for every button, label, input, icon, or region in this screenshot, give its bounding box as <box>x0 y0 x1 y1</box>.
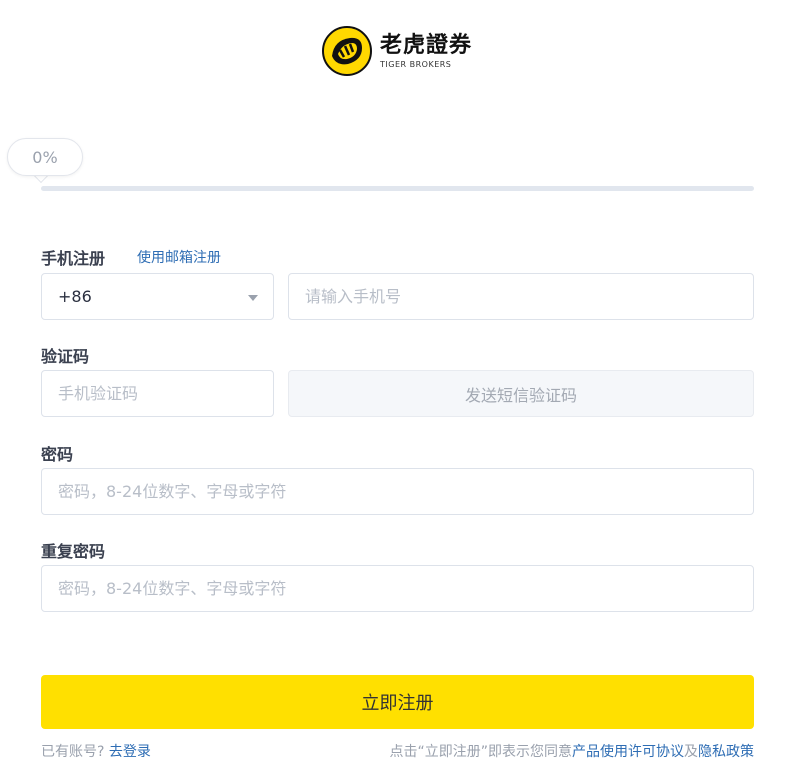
brand-name-cn: 老虎證券 <box>380 32 473 58</box>
code-field <box>41 370 274 417</box>
repeat-password-input[interactable] <box>42 566 753 611</box>
password-field <box>41 468 754 515</box>
password-label: 密码 <box>41 445 74 464</box>
progress-label: 0% <box>7 138 83 176</box>
repeat-password-field <box>41 565 754 612</box>
phone-register-label: 手机注册 <box>41 249 106 268</box>
login-prompt: 已有账号? 去登录 <box>41 741 151 761</box>
phone-input[interactable] <box>289 274 753 319</box>
password-input[interactable] <box>42 469 753 514</box>
agreement-text: 点击“立即注册”即表示您同意产品使用许可协议及隐私政策 <box>389 741 754 761</box>
send-sms-button[interactable]: 发送短信验证码 <box>288 370 754 417</box>
brand-logo: 老虎證券 TIGER BROKERS <box>322 26 472 76</box>
repeat-password-label: 重复密码 <box>41 542 106 561</box>
register-button[interactable]: 立即注册 <box>41 675 754 729</box>
brand-name-en: TIGER BROKERS <box>380 59 452 69</box>
agree-prefix-text: 点击“立即注册”即表示您同意 <box>389 744 572 760</box>
progress-bar <box>41 186 754 191</box>
brand-text: 老虎證券 TIGER BROKERS <box>380 33 472 70</box>
chevron-down-icon <box>248 295 258 301</box>
code-input[interactable] <box>42 371 273 416</box>
country-code-value: +86 <box>58 287 92 306</box>
login-link[interactable]: 去登录 <box>109 744 151 760</box>
privacy-policy-link[interactable]: 隐私政策 <box>698 744 754 760</box>
country-code-select[interactable]: +86 <box>41 273 274 320</box>
phone-field <box>288 273 754 320</box>
has-account-text: 已有账号? <box>41 744 105 760</box>
license-agreement-link[interactable]: 产品使用许可协议 <box>572 744 684 760</box>
code-label: 验证码 <box>41 347 90 366</box>
tiger-logo-icon <box>322 26 372 76</box>
email-register-link[interactable]: 使用邮箱注册 <box>137 247 221 267</box>
and-text: 及 <box>684 744 698 760</box>
